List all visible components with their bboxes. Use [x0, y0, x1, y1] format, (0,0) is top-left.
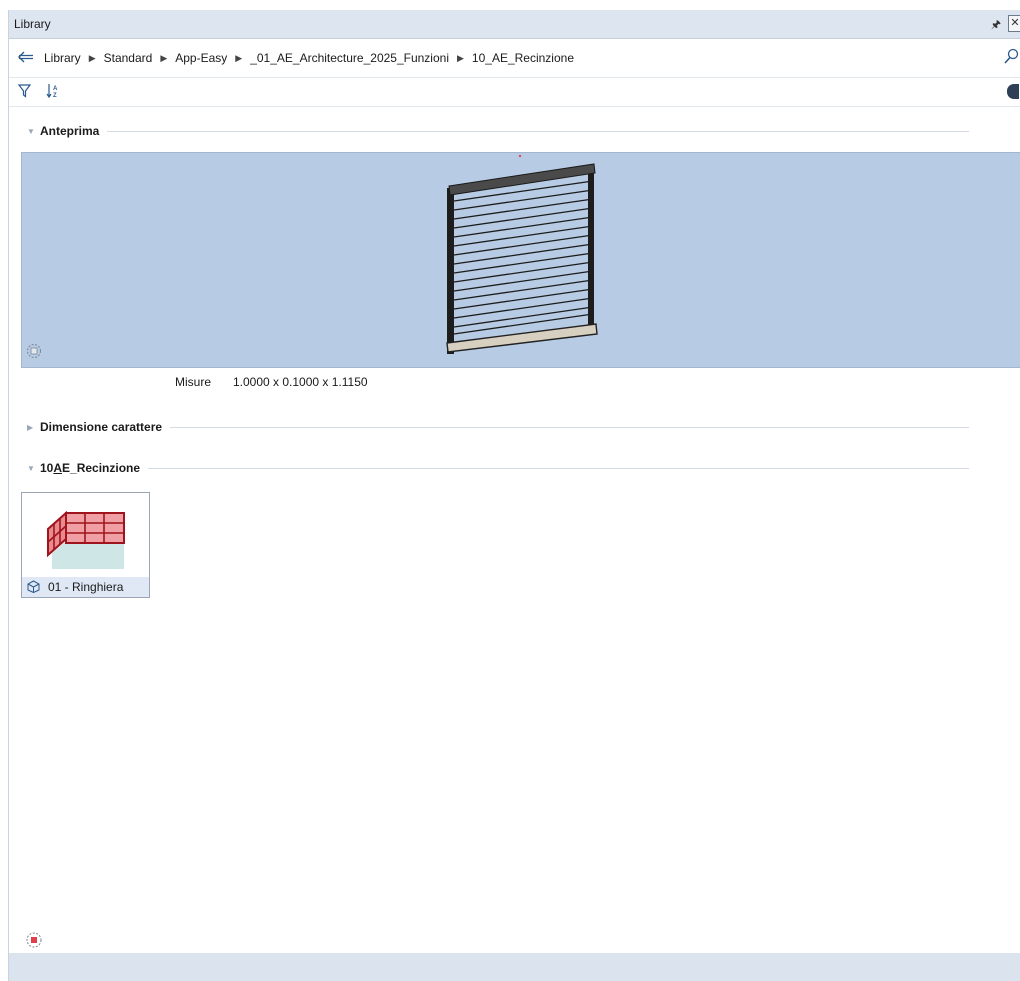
railing-thumbnail-icon [47, 510, 125, 569]
chevron-right-icon[interactable]: ▶ [457, 53, 464, 64]
svg-text:A: A [53, 86, 58, 92]
toolbar: A Z [9, 78, 1020, 107]
breadcrumb: Library ▶ Standard ▶ App-Easy ▶ _01_AE_A… [44, 51, 574, 65]
section-divider [148, 467, 969, 469]
railing-preview-image [446, 154, 598, 354]
breadcrumb-recinzione[interactable]: 10_AE_Recinzione [472, 51, 574, 65]
snap-target-icon[interactable] [25, 931, 43, 949]
section-header-text-size[interactable]: ▶ Dimensione carattere [9, 418, 969, 436]
section-header-preview[interactable]: ▼ Anteprima [9, 122, 969, 140]
top-margin [0, 0, 1020, 10]
close-icon[interactable]: ✕ [1008, 15, 1020, 32]
section-title-text-size: Dimensione carattere [40, 420, 163, 434]
section-header-folder[interactable]: ▼ 10AE_Recinzione [9, 459, 969, 477]
filter-icon[interactable] [18, 84, 31, 98]
sort-icon[interactable]: A Z [46, 83, 60, 100]
cube-icon [27, 580, 40, 593]
tile-footer: 01 - Ringhiera [22, 577, 149, 597]
breadcrumb-library[interactable]: Library [44, 51, 81, 65]
chevron-right-icon[interactable]: ▶ [160, 53, 167, 64]
navigation-bar: Library ▶ Standard ▶ App-Easy ▶ _01_AE_A… [9, 39, 1020, 78]
expand-arrow-icon[interactable]: ▶ [27, 423, 37, 432]
section-title-preview: Anteprima [40, 124, 100, 138]
preview-viewport[interactable] [21, 152, 1020, 368]
status-bar [9, 953, 1020, 981]
item-label: 01 - Ringhiera [48, 580, 124, 594]
chevron-right-icon[interactable]: ▶ [235, 53, 242, 64]
collapse-arrow-icon[interactable]: ▼ [27, 464, 37, 473]
library-panel: Library 🖈 ✕ Library ▶ Standard ▶ App-Eas… [8, 10, 1020, 981]
breadcrumb-architecture-folder[interactable]: _01_AE_Architecture_2025_Funzioni [250, 51, 449, 65]
breadcrumb-app-easy[interactable]: App-Easy [175, 51, 227, 65]
collapse-arrow-icon[interactable]: ▼ [27, 127, 37, 136]
window-title: Library [14, 17, 51, 31]
palette-icon[interactable] [1007, 84, 1019, 99]
section-divider [107, 130, 969, 132]
section-divider [170, 426, 969, 428]
library-item-tile[interactable]: 01 - Ringhiera [21, 492, 150, 598]
measures-label: Misure [175, 375, 212, 389]
chevron-right-icon[interactable]: ▶ [89, 53, 96, 64]
view-cube-icon[interactable] [26, 343, 42, 359]
breadcrumb-standard[interactable]: Standard [104, 51, 153, 65]
measures-value: 1.0000 x 0.1000 x 1.1150 [233, 375, 368, 389]
svg-text:Z: Z [53, 93, 57, 99]
pin-icon[interactable]: 🖈 [991, 16, 1001, 35]
title-bar: Library 🖈 ✕ [9, 10, 1020, 39]
search-icon[interactable] [1003, 48, 1019, 66]
section-title-folder: 10AE_Recinzione [40, 461, 141, 475]
back-arrow-icon[interactable] [17, 50, 35, 64]
